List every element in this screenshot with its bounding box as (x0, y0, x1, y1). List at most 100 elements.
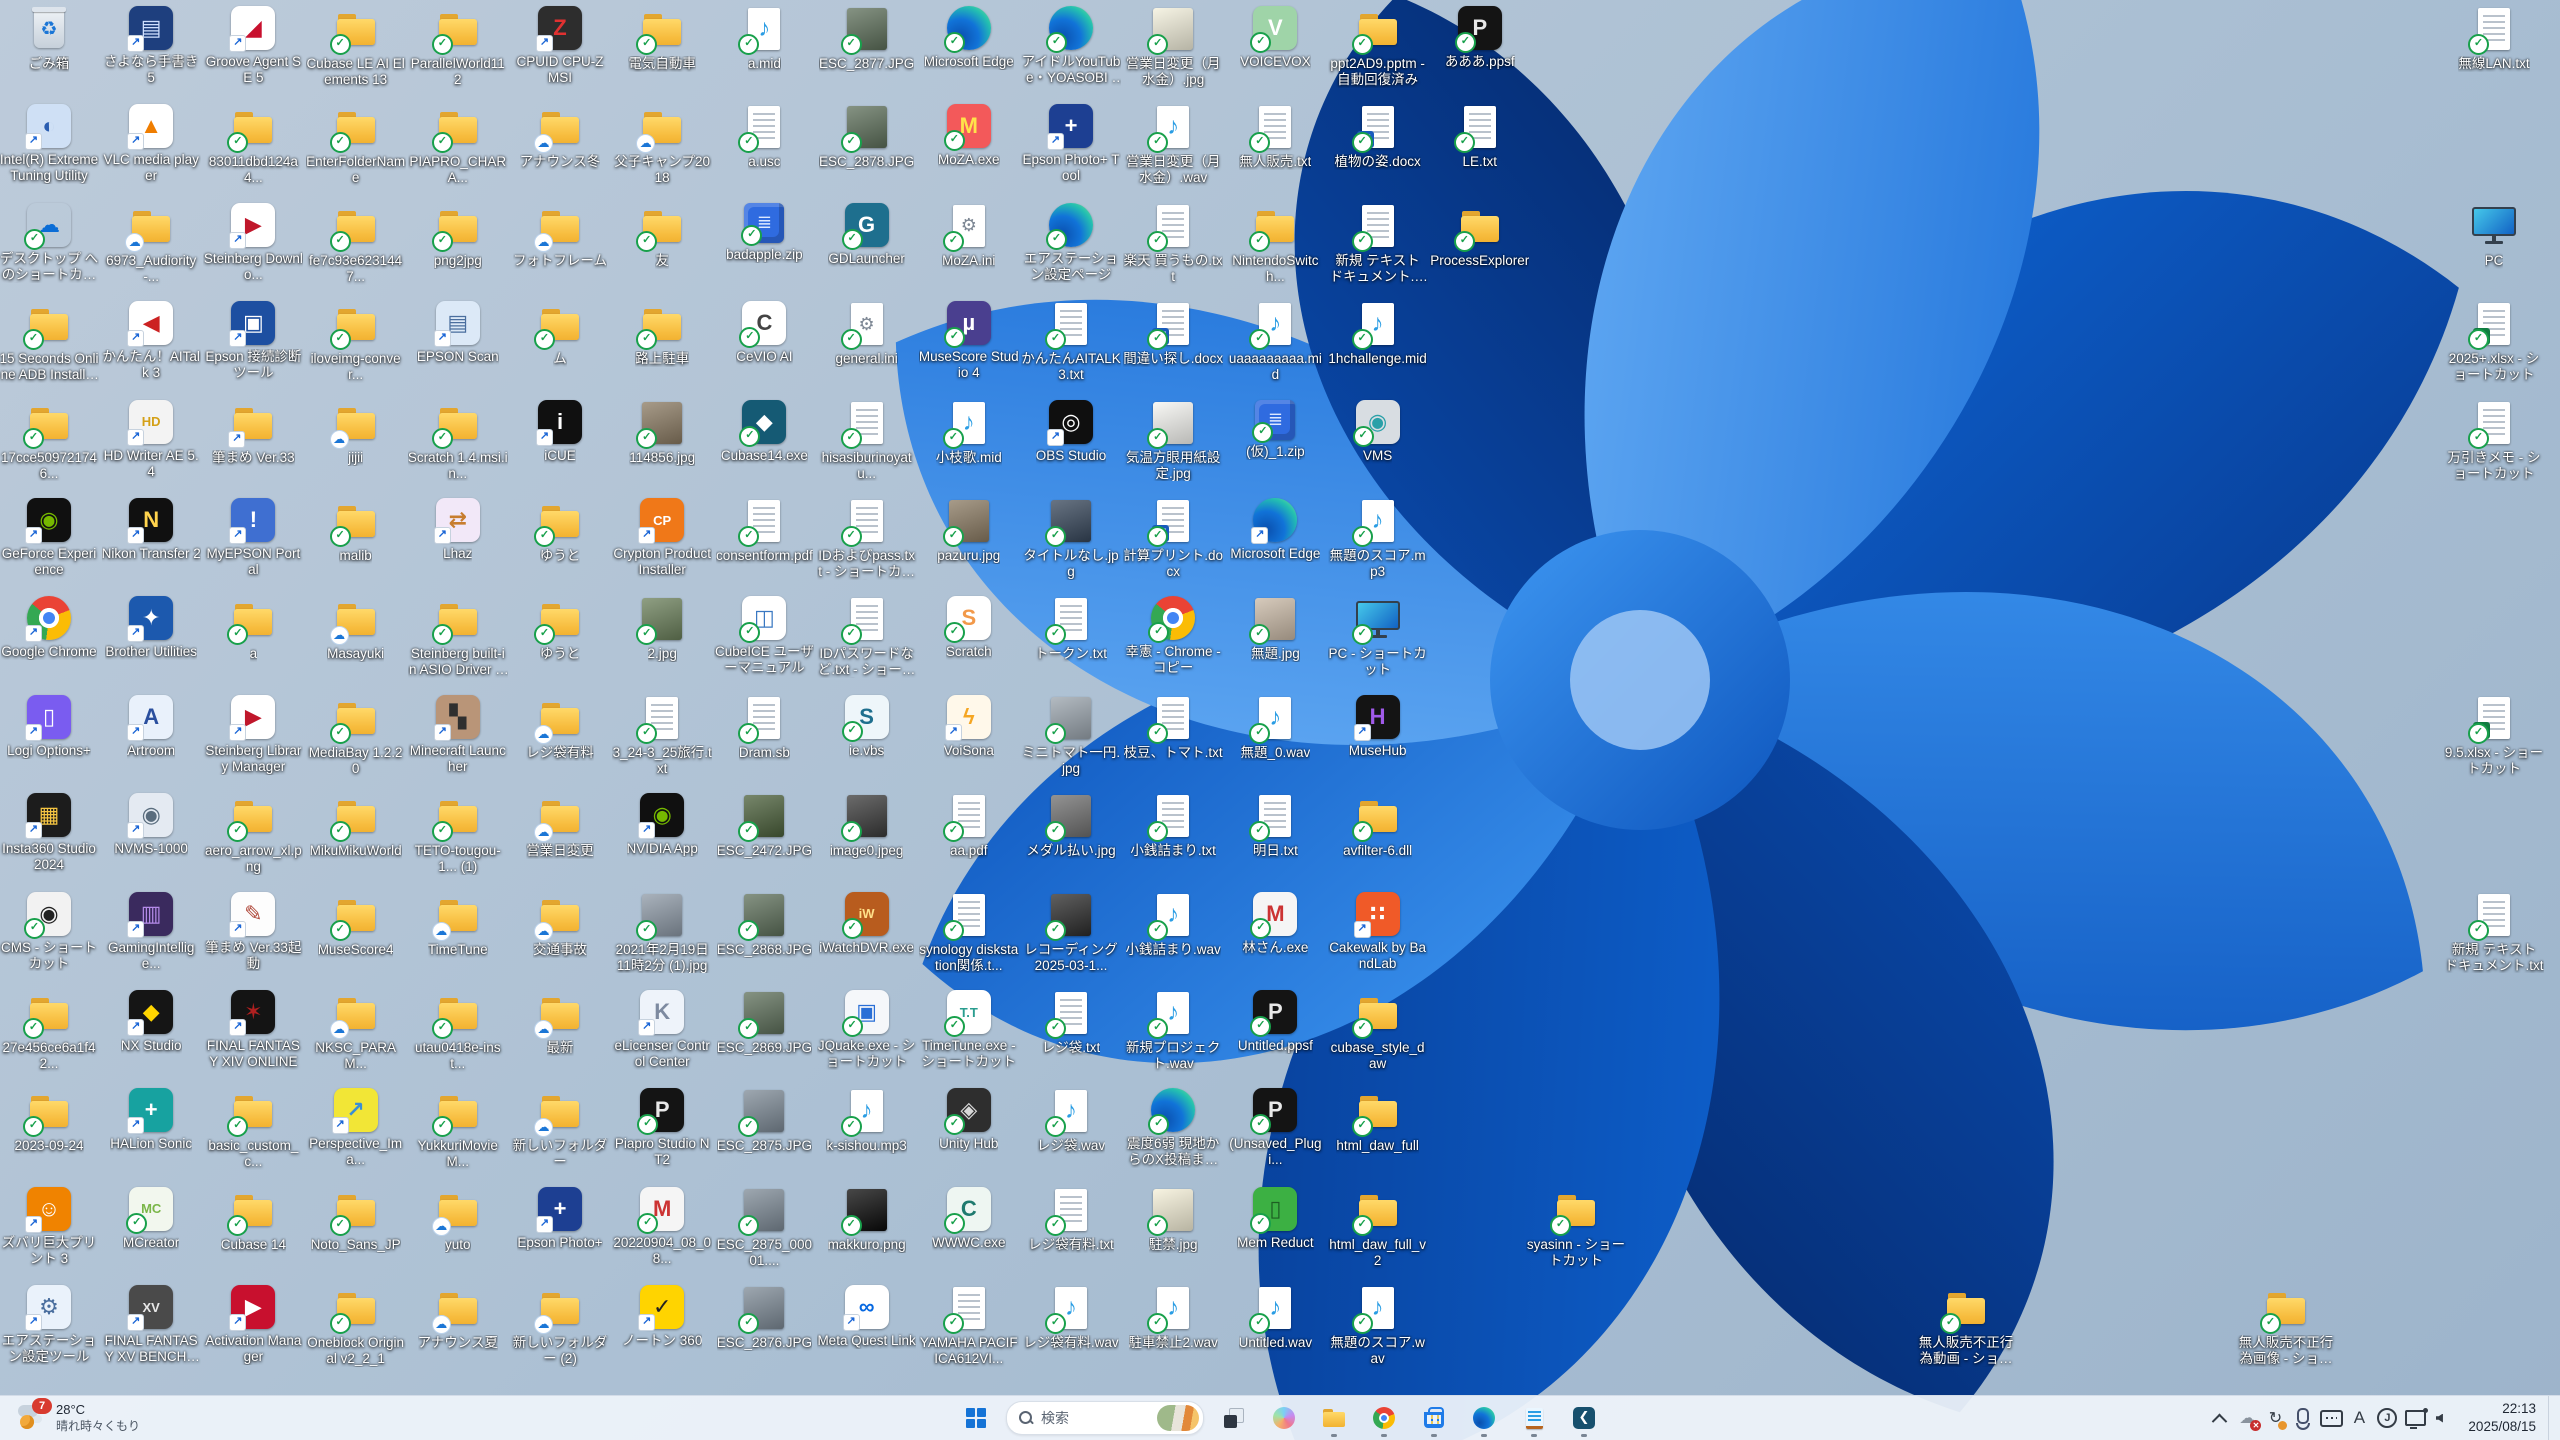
desktop-icon[interactable]: ☁ アナウンス夏 (408, 1285, 508, 1351)
desktop-icon[interactable]: ✓ ム (510, 301, 610, 367)
desktop-icon[interactable]: ✓ ESC_2868.JPG (714, 892, 814, 958)
taskbar-button-task-view[interactable] (1214, 1398, 1254, 1438)
desktop-icon[interactable]: ✓ MediaBay 1.2.20 (306, 695, 406, 777)
desktop-icon[interactable]: ◢ ↗ Groove Agent SE 5 (203, 6, 303, 86)
desktop-icon[interactable]: ☁ 父子キャンプ2018 (612, 104, 712, 186)
desktop-icon[interactable]: ✓ image0.jpeg (817, 793, 917, 859)
tray-onedrive-error[interactable]: ☁ ✕ (2234, 1403, 2262, 1433)
desktop-icon[interactable]: ✶ ↗ FINAL FANTASY XIV ONLINE (203, 990, 303, 1070)
desktop-icon[interactable]: ✓ ESC_2875.JPG (714, 1088, 814, 1154)
desktop-icon[interactable]: ☁✓デスクトップ へのショートカット (OneDri... (0, 203, 99, 283)
desktop-icon[interactable]: ✓ 枝豆、トマト.txt (1123, 695, 1223, 761)
desktop-icon[interactable]: ♪ ✓ レジ袋有料.wav (1021, 1285, 1121, 1351)
desktop-icon[interactable]: P ✓ (Unsaved_Plugi... (1225, 1088, 1325, 1168)
desktop-icon[interactable]: ≣ ✓ (仮)_1.zip (1225, 399, 1325, 460)
desktop-icon[interactable]: ✓ iloveimg-conver... (306, 301, 406, 383)
desktop-icon[interactable]: ✓ 駐禁.jpg (1123, 1187, 1223, 1253)
desktop-icon[interactable]: ✓ 小銭詰まり.txt (1123, 793, 1223, 859)
taskbar-button-edge[interactable] (1464, 1398, 1504, 1438)
desktop-icon[interactable]: ☁ 営業日変更 (510, 793, 610, 859)
desktop-icon[interactable]: ▶ ↗ Steinberg Library Manager (203, 694, 303, 775)
desktop-icon[interactable]: ✓ png2jpg (408, 203, 508, 269)
desktop-icon[interactable]: ✓ LE.txt (1430, 104, 1530, 170)
desktop-icon[interactable]: i ↗ iCUE (510, 399, 610, 464)
desktop-icon[interactable]: ↗ Microsoft Edge (1225, 498, 1325, 562)
desktop-icon[interactable]: ✓ ESC_2876.JPG (714, 1285, 814, 1351)
desktop-icon[interactable]: X✓2025+.xlsx - ショートカット (2444, 301, 2544, 383)
desktop-icon[interactable]: ✓ Dram.sb (714, 695, 814, 761)
taskbar-button-copilot[interactable] (1264, 1398, 1304, 1438)
desktop-icon[interactable]: ✓IDおよびpass.txt - ショートカット (817, 498, 917, 580)
desktop-icon[interactable]: ☁ 新しいフォルダー (2) (510, 1285, 610, 1367)
desktop-icon[interactable]: ☁ 新しいフォルダー (510, 1088, 610, 1170)
desktop-icon[interactable]: ✓新規 テキスト ドキュメント.html (1328, 203, 1428, 285)
desktop-icon[interactable]: ✓ ESC_2472.JPG (714, 793, 814, 859)
desktop-icon[interactable]: ✓ 無線LAN.txt (2444, 6, 2544, 72)
desktop-icon[interactable]: ✓ 無人販売.txt (1225, 104, 1325, 170)
desktop-icon[interactable]: ♪ ✓ 駐車禁止2.wav (1123, 1285, 1223, 1351)
desktop-icon[interactable]: K ↗ eLicenser Control Center (612, 990, 712, 1070)
desktop-icon[interactable]: ▤ ↗ EPSON Scan (408, 301, 508, 365)
desktop-icon[interactable]: ✓ 2023-09-24 (0, 1088, 99, 1154)
desktop-icon[interactable]: ✓ 路上駐車 (612, 301, 712, 367)
desktop-icon[interactable]: M ✓ 20220904_08_08... (612, 1186, 712, 1267)
desktop-icon[interactable]: ▥ ↗ GamingIntellige... (101, 891, 201, 972)
desktop-icon[interactable]: ▶ ↗ Activation Manager (203, 1285, 303, 1365)
desktop-icon[interactable]: ✓ エアステーション設定ページ (1021, 202, 1121, 283)
taskbar-button-notepad[interactable] (1514, 1398, 1554, 1438)
desktop-icon[interactable]: ▤ ↗ さよなら手書き5 (101, 6, 201, 86)
desktop-icon[interactable]: M ✓ MoZA.exe (919, 104, 1019, 168)
desktop-icon[interactable]: ✓Steinberg built-in ASIO Driver 1.0.9 (408, 596, 508, 678)
desktop-icon[interactable]: ✓ MuseScore4 (306, 892, 406, 958)
desktop-icon[interactable]: ☁ yuto (408, 1187, 508, 1253)
desktop-icon[interactable]: ✓ a.usc (714, 104, 814, 170)
desktop-icon[interactable]: ✓ cubase_style_daw (1328, 990, 1428, 1072)
desktop-icon[interactable]: ✓IDパスワードなど.txt - ショートカット (817, 596, 917, 678)
taskbar-button-microsoft-store[interactable] (1414, 1398, 1454, 1438)
desktop-icon[interactable]: ◉ ↗ NVMS-1000 (101, 793, 201, 857)
desktop-icon[interactable]: ♪ ✓ 1hchallenge.mid (1328, 301, 1428, 367)
desktop-icon[interactable]: ✓15 Seconds Online ADB Installer an... (0, 301, 99, 383)
desktop-icon[interactable]: HD ↗ HD Writer AE 5.4 (101, 399, 201, 480)
desktop-icon[interactable]: M ✓ 林さん.exe (1225, 891, 1325, 956)
weather-widget[interactable]: 7 28°C 晴れ時々くもり (10, 1396, 148, 1440)
desktop-icon[interactable]: ☁ 6973_Audiority-... (101, 203, 201, 285)
desktop-icon[interactable]: ✓震度6弱 現地からのX投稿まとめ (1123, 1088, 1223, 1168)
desktop-icon[interactable]: ≣ ✓ badapple.zip (714, 202, 814, 263)
desktop-icon[interactable]: ✓ ParallelWorld112 (408, 6, 508, 88)
desktop-icon[interactable]: ☁ NKSC_PARAM... (306, 990, 406, 1072)
desktop-icon[interactable]: ▲ ↗ VLC media player (101, 104, 201, 184)
desktop-icon[interactable]: ♻ ごみ箱 (0, 6, 99, 72)
desktop-icon[interactable]: ✓アイドルYouTube・YOASOBI - Topi... (1021, 6, 1121, 86)
desktop-icon[interactable]: ✓ 83011dbd124a4... (203, 104, 303, 186)
desktop-icon[interactable]: ✓ ミニトマト一円.jpg (1021, 695, 1121, 777)
desktop-icon[interactable]: PC (2444, 203, 2544, 269)
desktop-icon[interactable]: ✓ PC - ショートカット (1328, 596, 1428, 678)
desktop-icon[interactable]: ✓ Scratch 1.4.msi.in... (408, 400, 508, 482)
desktop-icon[interactable]: ⚙ ✓ general.ini (817, 301, 917, 367)
desktop-icon[interactable]: ▣ ✓ JQuake.exe - ショートカット (817, 990, 917, 1070)
search-input[interactable]: 検索 (1006, 1401, 1204, 1435)
desktop-icon[interactable]: ☁ レジ袋有料 (510, 695, 610, 761)
desktop-icon[interactable]: Z ↗ CPUID CPU-Z MSI (510, 6, 610, 86)
desktop-icon[interactable]: ♪ ✓ 無題のスコア.wav (1328, 1285, 1428, 1367)
desktop-icon[interactable]: ✓ EnterFolderName (306, 104, 406, 186)
desktop-icon[interactable]: N ↗ Nikon Transfer 2 (101, 498, 201, 562)
desktop-icon[interactable]: ♪ ✓ 無題_0.wav (1225, 695, 1325, 761)
desktop-icon[interactable]: ⚙ ↗ エアステーション設定ツール (0, 1285, 99, 1365)
desktop-icon[interactable]: P ✓ あああ.ppsf (1430, 6, 1530, 70)
desktop-icon[interactable]: ! ↗ MyEPSON Portal (203, 498, 303, 578)
desktop-icon[interactable]: ☁ Masayuki (306, 596, 406, 662)
desktop-icon[interactable]: ✓ タイトルなし.jpg (1021, 498, 1121, 580)
desktop-icon[interactable]: ✦ ↗ Brother Utilities (101, 596, 201, 660)
desktop-icon[interactable]: ∞ ↗ Meta Quest Link (817, 1285, 917, 1349)
desktop-icon[interactable]: ✓ 17cce509721746... (0, 400, 99, 482)
desktop-icon[interactable]: ✓ 友 (612, 203, 712, 269)
desktop-icon[interactable]: ◉ ↗ GeForce Experience (0, 498, 99, 578)
desktop-icon[interactable]: µ ✓ MuseScore Studio 4 (919, 301, 1019, 381)
desktop-icon[interactable]: W✓計算プリント.docx (1123, 498, 1223, 580)
taskbar-button-chrome[interactable] (1364, 1398, 1404, 1438)
desktop-icon[interactable]: ✓ かんたんAITALK3.txt (1021, 301, 1121, 383)
desktop-icon[interactable]: ✓ pazuru.jpg (919, 498, 1019, 564)
desktop-icon[interactable]: MC ✓ MCreator (101, 1186, 201, 1251)
